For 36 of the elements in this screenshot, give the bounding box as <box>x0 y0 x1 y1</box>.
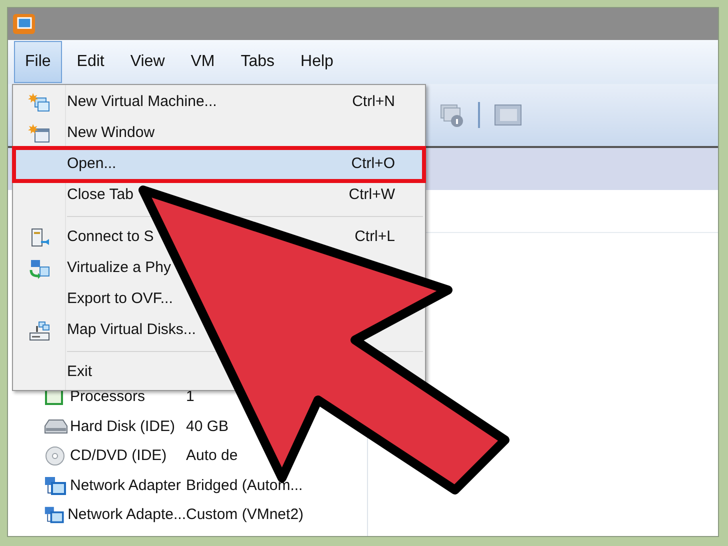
menu-item[interactable]: Tabs <box>230 41 286 83</box>
menu-item[interactable]: New Virtual Machine... <box>67 93 217 110</box>
device-value: 1 <box>186 387 194 407</box>
menu-item[interactable]: Connect to S <box>67 228 154 246</box>
menu-item[interactable]: Export to OVF... <box>67 290 173 308</box>
menu-item[interactable]: View <box>119 41 176 83</box>
menu-item[interactable]: Help <box>290 41 344 83</box>
menu-item[interactable]: Close Tab <box>67 186 134 204</box>
menu-item[interactable]: Exit <box>67 363 92 380</box>
device-value: Auto de <box>186 446 238 466</box>
full-screen-icon[interactable] <box>494 104 522 126</box>
device-value: Bridged (Autom... <box>186 476 303 496</box>
shortcut-text: Ctrl+W <box>348 186 395 204</box>
map-disk-icon <box>28 320 50 342</box>
new-machine-icon <box>28 92 50 114</box>
menu-item[interactable]: Open... Ctrl+O <box>15 149 423 180</box>
shortcut-text: Ctrl+N <box>352 93 395 110</box>
menu-item[interactable]: Virtualize a Phy <box>67 259 171 276</box>
menu-item[interactable]: Map Virtual Disks... <box>67 321 196 338</box>
menu-item[interactable]: Edit <box>66 41 116 83</box>
new-window-icon <box>28 122 50 144</box>
device-value: 40 GB <box>186 416 229 436</box>
menu-item[interactable]: New Window <box>67 124 155 142</box>
device-name: Network Adapter <box>70 476 181 496</box>
device-name: Hard Disk (IDE) <box>70 416 176 436</box>
menu-item[interactable]: File <box>14 41 62 83</box>
menu-item[interactable]: VM <box>180 41 226 83</box>
device-name: Network Adapte... <box>68 505 186 525</box>
shortcut-text: Ctrl+L <box>354 228 395 246</box>
app-icon <box>12 13 36 35</box>
device-value: Custom (VMnet2) <box>186 505 304 525</box>
info-icon[interactable] <box>440 103 464 127</box>
device-name: Processors <box>70 387 146 407</box>
virtualize-icon <box>28 258 50 280</box>
device-name: CD/DVD (IDE) <box>70 446 167 466</box>
network-icon <box>44 474 68 497</box>
